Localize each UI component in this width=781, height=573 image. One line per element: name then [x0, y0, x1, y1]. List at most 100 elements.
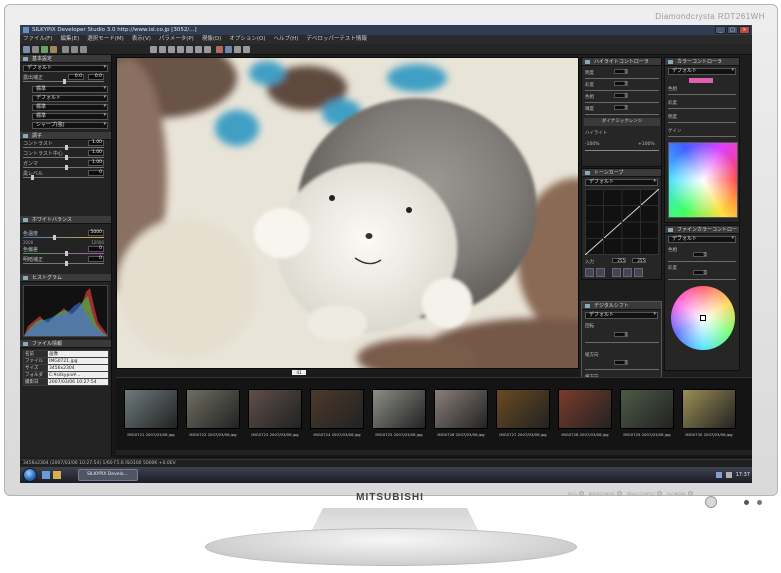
highlight-slider-track[interactable] — [585, 114, 659, 115]
crop-icon[interactable] — [195, 46, 202, 53]
minimize-button[interactable]: _ — [715, 26, 726, 34]
contrast-slider-track[interactable] — [23, 147, 104, 148]
tint-slider-row[interactable]: 色偏差 0 — [23, 246, 108, 256]
redo-icon[interactable] — [243, 46, 250, 53]
panel-header-digital-shift[interactable]: デジタルシフト — [582, 302, 661, 310]
fine-color-row-value[interactable]: 0 — [693, 252, 707, 257]
thumbnail[interactable]: IMG0727 2007/03/06.jpg — [494, 383, 552, 441]
brightness-slider-row[interactable]: 明暗補正 0 — [23, 256, 108, 266]
volume-icon[interactable] — [725, 472, 732, 478]
black-level-value[interactable]: 0 — [88, 170, 104, 176]
brightness-value[interactable]: 0 — [88, 256, 104, 262]
preview-mode-icon[interactable] — [80, 46, 87, 53]
tint-value[interactable]: 0 — [88, 246, 104, 252]
fine-color-row-value[interactable]: 0 — [693, 270, 707, 275]
taskbar-app-silkypix[interactable]: SILKYPIX Develo... — [78, 469, 138, 481]
network-icon[interactable] — [715, 472, 722, 478]
thumbnail[interactable]: IMG0730 2007/03/06.jpg — [680, 383, 738, 441]
color-temp-slider-track[interactable] — [23, 237, 104, 238]
black-level-slider-knob[interactable] — [31, 175, 34, 180]
thumbnail[interactable]: IMG0729 2007/03/06.jpg — [618, 383, 676, 441]
window-titlebar[interactable]: SILKYPIX Developer Studio 3.0 http://www… — [20, 25, 752, 35]
gamma-value[interactable]: 1.00 — [88, 160, 104, 166]
brightness-slider-knob[interactable] — [65, 261, 68, 266]
fit-icon[interactable] — [168, 46, 175, 53]
explorer-icon[interactable] — [53, 471, 61, 479]
contrast-center-slider-row[interactable]: コントラスト中心 1.00 — [23, 150, 108, 160]
curve-pencil-tool-icon[interactable] — [596, 268, 605, 277]
open-icon[interactable] — [23, 46, 30, 53]
highlight-row-value[interactable]: 0 — [614, 105, 628, 110]
save-icon[interactable] — [32, 46, 39, 53]
thumbnail[interactable]: IMG0728 2007/03/06.jpg — [556, 383, 614, 441]
start-button-icon[interactable] — [23, 468, 37, 482]
gamma-slider-track[interactable] — [23, 167, 104, 168]
fine-color-wheel[interactable] — [671, 286, 735, 350]
tone-curve-graph[interactable] — [585, 189, 659, 255]
taste-select-3[interactable]: 標準 — [32, 104, 108, 111]
menu-developer-test[interactable]: デベロッパーテスト情報 — [306, 35, 367, 44]
menu-file[interactable]: ファイル(F) — [23, 35, 52, 44]
color-temp-slider-row[interactable]: 色温度 5000 — [23, 230, 108, 240]
digital-shift-slider-track[interactable] — [585, 342, 659, 343]
monitor-button-input[interactable]: SELECT INPUT — [627, 491, 663, 496]
contrast-center-slider-track[interactable] — [23, 157, 104, 158]
exposure-slider-knob[interactable] — [63, 79, 66, 84]
taste-select-4[interactable]: 標準 — [32, 113, 108, 120]
dynamic-range-track[interactable] — [585, 150, 659, 151]
digital-shift-row-value[interactable]: 0 — [614, 360, 628, 365]
exposure-slider-row[interactable]: 露出補正 0.0 0.0 — [23, 74, 108, 84]
panel-header-white-balance[interactable]: ホワイトバランス — [20, 216, 111, 224]
panel-header-color[interactable]: カラーコントローラ — [665, 58, 739, 66]
tint-slider-track[interactable] — [23, 253, 104, 254]
develop-icon[interactable] — [41, 46, 48, 53]
thumbnail[interactable]: IMG0725 2007/03/06.jpg — [370, 383, 428, 441]
highlight-slider-track[interactable] — [585, 78, 659, 79]
maximize-button[interactable]: □ — [727, 26, 738, 34]
zoom-field[interactable]: 41 — [292, 370, 306, 375]
digital-shift-slider-track[interactable] — [585, 369, 659, 370]
batch-icon[interactable] — [50, 46, 57, 53]
thumbnail[interactable]: IMG0721 2007/03/06.jpg — [122, 383, 180, 441]
color-slider-track[interactable] — [668, 136, 736, 137]
menu-edit[interactable]: 編集(E) — [60, 35, 79, 44]
dynamic-range-header[interactable]: ダイナミックレンジ — [584, 118, 660, 126]
thumbnail[interactable]: IMG0723 2007/03/06.jpg — [246, 383, 304, 441]
panel-header-highlight[interactable]: ハイライトコントローラ — [582, 58, 661, 66]
thumbnail-scrollbar[interactable] — [116, 450, 752, 455]
preview-photo[interactable] — [116, 57, 579, 369]
rotate-right-icon[interactable] — [186, 46, 193, 53]
color-hue-wheel[interactable] — [668, 142, 738, 218]
tone-curve-preset[interactable]: デフォルト — [585, 179, 658, 186]
color-preset[interactable]: デフォルト — [668, 68, 736, 75]
gamma-slider-row[interactable]: ガンマ 1.00 — [23, 160, 108, 170]
monitor-button-eco[interactable]: ECO — [568, 491, 584, 496]
preview-navigation-bar[interactable]: 41 — [116, 370, 579, 376]
show-desktop-icon[interactable] — [42, 471, 50, 479]
menu-help[interactable]: ヘルプ(H) — [273, 35, 298, 44]
black-level-slider-track[interactable] — [23, 177, 104, 178]
fine-color-preset[interactable]: デフォルト — [668, 236, 736, 243]
clock[interactable]: 17:37 — [736, 472, 750, 478]
panel-header-histogram[interactable]: ヒストグラム — [20, 274, 111, 282]
digital-shift-preset[interactable]: デフォルト — [585, 312, 658, 319]
menu-select-mode[interactable]: 選択モード(M) — [87, 35, 124, 44]
tone-curve-input-value[interactable]: 255 — [612, 258, 626, 263]
thumbnail[interactable]: IMG0722 2007/03/06.jpg — [184, 383, 242, 441]
thumbnail[interactable]: IMG0724 2007/03/06.jpg — [308, 383, 366, 441]
panel-header-file-info[interactable]: ファイル情報 — [20, 340, 111, 348]
menu-parameter[interactable]: パラメータ(P) — [159, 35, 194, 44]
eyedropper-gray-icon[interactable] — [623, 268, 632, 277]
panel-header-tone[interactable]: 調子 — [20, 132, 111, 140]
menu-option[interactable]: オプション(O) — [229, 35, 265, 44]
highlight-slider-track[interactable] — [585, 90, 659, 91]
contrast-value[interactable]: 1.00 — [88, 140, 104, 146]
panel-header-fine-color[interactable]: ファインカラーコントローラ — [665, 226, 739, 241]
color-temp-value[interactable]: 5000 — [88, 230, 104, 236]
sharpness-select[interactable]: シャープ(強) — [32, 122, 108, 129]
panel-header-tone-curve[interactable]: トーンカーブ — [582, 169, 661, 177]
zoom-out-icon[interactable] — [159, 46, 166, 53]
exposure-value[interactable]: 0.0 — [68, 74, 84, 80]
fine-color-slider-track[interactable] — [668, 279, 736, 280]
undo-icon[interactable] — [234, 46, 241, 53]
